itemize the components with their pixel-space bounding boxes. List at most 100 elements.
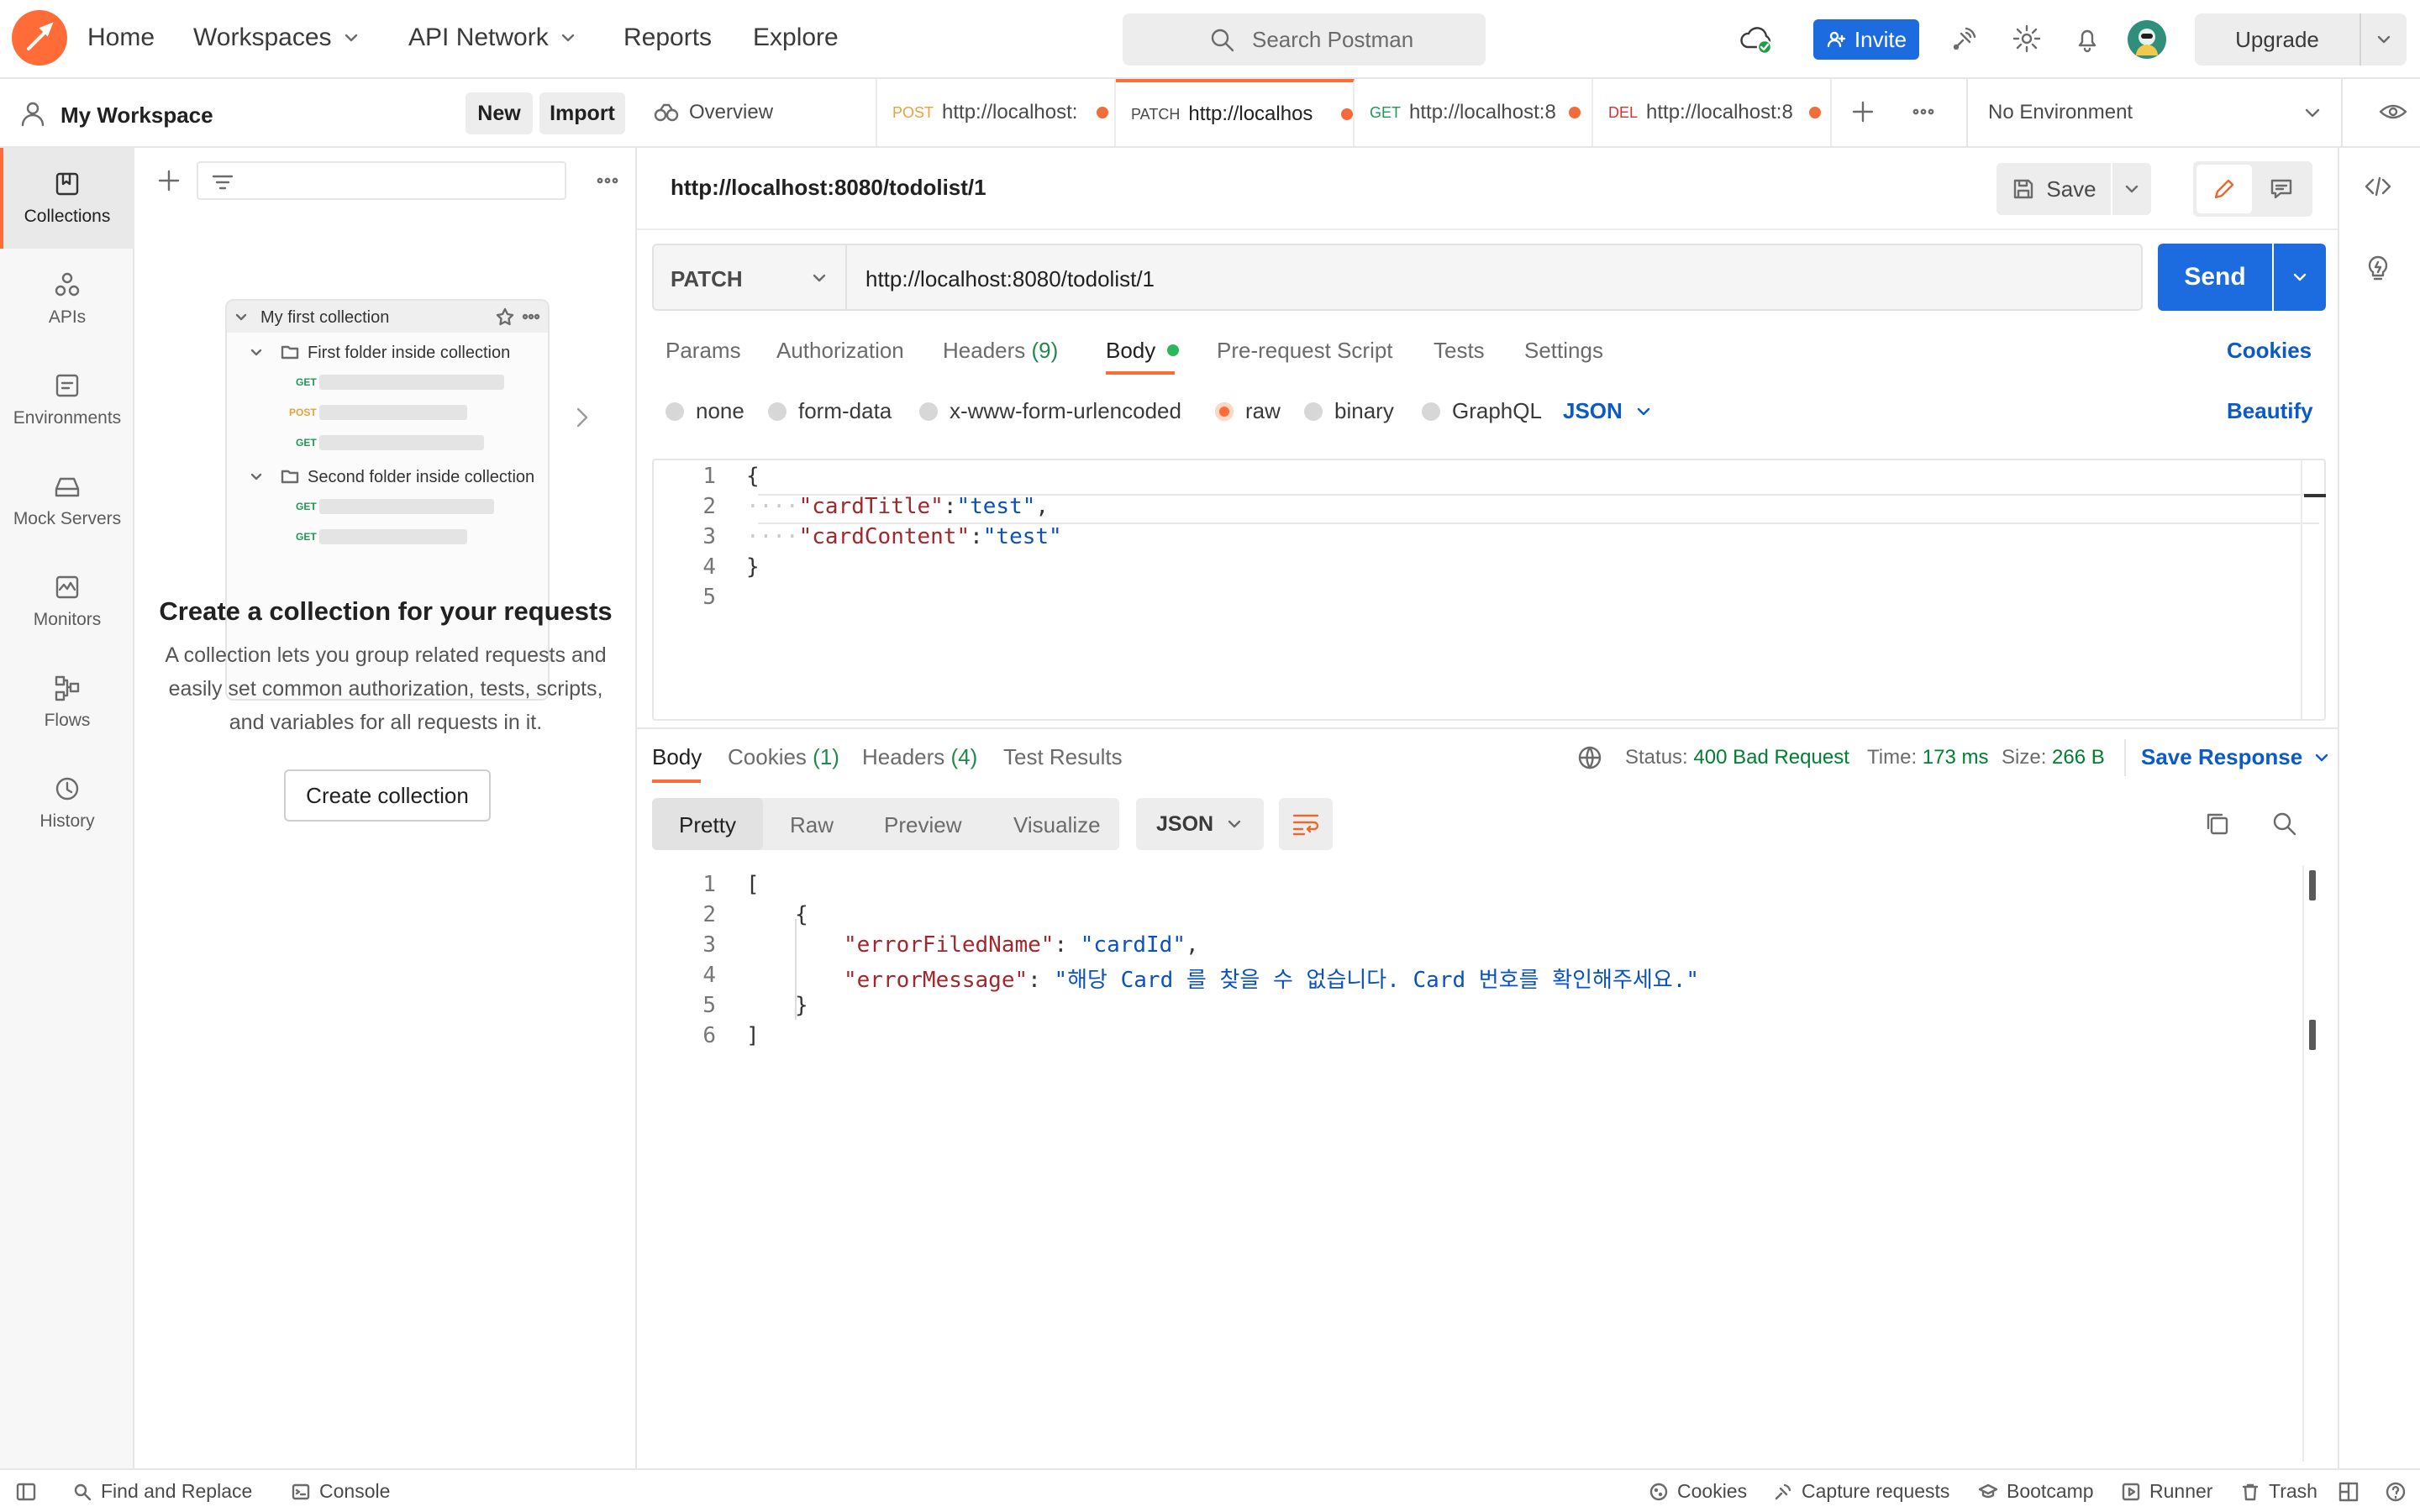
- sync-cloud-icon[interactable]: [1739, 24, 1775, 55]
- edit-mode-button[interactable]: [2196, 165, 2252, 213]
- tab-pre-request-script[interactable]: Pre-request Script: [1217, 338, 1393, 364]
- request-title[interactable]: http://localhost:8080/todolist/1: [671, 175, 986, 201]
- create-collection-button[interactable]: Create collection: [284, 769, 491, 822]
- sidebar-item-monitors[interactable]: Monitors: [0, 551, 134, 652]
- sidebar-item-mock-servers[interactable]: Mock Servers: [0, 450, 134, 551]
- globe-icon[interactable]: [1576, 744, 1603, 771]
- tab-post-request[interactable]: POST http://localhost:: [877, 79, 1116, 146]
- tab-tests[interactable]: Tests: [1434, 338, 1485, 364]
- tab-label: http://localhost:8: [1409, 101, 1556, 123]
- send-button[interactable]: Send: [2158, 244, 2272, 311]
- find-and-replace-button[interactable]: Find and Replace: [72, 1480, 252, 1503]
- tab-get-request[interactable]: GET http://localhost:8: [1355, 79, 1593, 146]
- tab-params[interactable]: Params: [666, 338, 741, 364]
- wrap-lines-button[interactable]: [1279, 798, 1333, 850]
- chevron-down-icon[interactable]: [2375, 30, 2393, 49]
- cookies-button[interactable]: Cookies: [1649, 1480, 1747, 1503]
- tab-overview[interactable]: Overview: [637, 79, 877, 146]
- status-value[interactable]: 400 Bad Request: [1693, 746, 1849, 769]
- response-tab-test-results[interactable]: Test Results: [1003, 744, 1123, 770]
- lightbulb-icon[interactable]: [2365, 252, 2391, 282]
- toggle-sidebar-icon[interactable]: [15, 1482, 37, 1502]
- nav-reports[interactable]: Reports: [623, 24, 712, 52]
- console-button[interactable]: Console: [291, 1480, 390, 1503]
- response-tab-body[interactable]: Body: [652, 744, 702, 770]
- view-raw[interactable]: Raw: [790, 812, 834, 838]
- more-tabs-icon[interactable]: [1909, 97, 1938, 126]
- trash-button[interactable]: Trash: [2240, 1480, 2317, 1503]
- method-select[interactable]: PATCH: [652, 244, 847, 311]
- save-button[interactable]: Save: [1996, 163, 2111, 215]
- comment-icon[interactable]: [2269, 176, 2294, 202]
- save-options-button[interactable]: [2112, 163, 2151, 215]
- layout-two-pane-icon[interactable]: [2338, 1481, 2360, 1503]
- chevron-down-icon[interactable]: [2302, 102, 2323, 123]
- scrollbar-thumb[interactable]: [2309, 870, 2316, 900]
- upgrade-button[interactable]: Upgrade: [2195, 13, 2407, 66]
- filter-collections-input[interactable]: [197, 161, 566, 200]
- search-input[interactable]: Search Postman: [1123, 13, 1486, 66]
- environment-select[interactable]: No Environment: [1970, 79, 2133, 146]
- sidebar-item-environments[interactable]: Environments: [0, 349, 134, 450]
- scrollbar-thumb[interactable]: [2309, 1020, 2316, 1050]
- notifications-bell-icon[interactable]: [2072, 24, 2102, 54]
- settings-gear-icon[interactable]: [2012, 24, 2042, 54]
- save-response-button[interactable]: Save Response: [2141, 744, 2331, 770]
- nav-workspaces[interactable]: Workspaces: [193, 24, 360, 52]
- nav-explore[interactable]: Explore: [753, 24, 839, 52]
- invite-button[interactable]: Invite: [1813, 19, 1919, 60]
- nav-api-network[interactable]: API Network: [408, 24, 577, 52]
- tab-authorization[interactable]: Authorization: [776, 338, 904, 364]
- copy-icon[interactable]: [2203, 810, 2232, 838]
- chevron-right-icon[interactable]: [571, 405, 593, 430]
- capture-requests-button[interactable]: Capture requests: [1773, 1480, 1949, 1503]
- new-tab-plus-icon[interactable]: [1849, 97, 1877, 126]
- tab-patch-request[interactable]: PATCH http://localhos: [1116, 79, 1355, 146]
- postman-logo-icon[interactable]: [12, 10, 67, 66]
- view-visualize[interactable]: Visualize: [1013, 812, 1101, 838]
- sidebar-item-flows[interactable]: Flows: [0, 652, 134, 753]
- radio-none[interactable]: none: [666, 398, 744, 424]
- url-input[interactable]: http://localhost:8080/todolist/1: [845, 244, 2143, 311]
- line-number: 3: [702, 524, 716, 549]
- avatar[interactable]: [2128, 20, 2166, 59]
- tab-settings[interactable]: Settings: [1524, 338, 1603, 364]
- runner-button[interactable]: Runner: [2121, 1480, 2212, 1503]
- environment-quick-look-eye-icon[interactable]: [2378, 99, 2408, 124]
- radio-binary[interactable]: binary: [1304, 398, 1394, 424]
- search-placeholder: Search Postman: [1252, 26, 1414, 52]
- more-options-icon[interactable]: [593, 166, 622, 195]
- send-options-button[interactable]: [2274, 244, 2326, 311]
- sidebar-item-apis[interactable]: APIs: [0, 249, 134, 349]
- beautify-button[interactable]: Beautify: [2227, 398, 2313, 424]
- response-tab-headers[interactable]: Headers (4): [862, 744, 977, 770]
- response-format-select[interactable]: JSON: [1136, 798, 1264, 850]
- tab-delete-request[interactable]: DEL http://localhost:8: [1593, 79, 1832, 146]
- satellite-icon[interactable]: [1949, 24, 1980, 54]
- import-button[interactable]: Import: [539, 92, 625, 134]
- nav-home[interactable]: Home: [87, 24, 155, 52]
- view-pretty[interactable]: Pretty: [652, 798, 763, 850]
- cookies-link[interactable]: Cookies: [2227, 338, 2312, 364]
- sidebar-item-collections[interactable]: Collections: [0, 148, 134, 249]
- plus-icon[interactable]: [155, 166, 183, 195]
- help-icon[interactable]: [2385, 1481, 2407, 1503]
- new-button[interactable]: New: [466, 92, 533, 134]
- view-preview[interactable]: Preview: [884, 812, 961, 838]
- response-tab-cookies[interactable]: Cookies (1): [728, 744, 839, 770]
- body-language-select[interactable]: JSON: [1563, 398, 1653, 424]
- tab-headers[interactable]: Headers (9): [943, 338, 1058, 364]
- radio-graphql[interactable]: GraphQL: [1422, 398, 1542, 424]
- radio-form-data[interactable]: form-data: [768, 398, 892, 424]
- tab-body[interactable]: Body: [1106, 338, 1179, 364]
- workspace-name[interactable]: My Workspace: [60, 102, 213, 129]
- radio-x-www-form-urlencoded[interactable]: x-www-form-urlencoded: [919, 398, 1181, 424]
- radio-raw[interactable]: raw: [1215, 398, 1281, 424]
- code-snippet-icon[interactable]: [2363, 173, 2393, 200]
- bootcamp-button[interactable]: Bootcamp: [1978, 1480, 2094, 1503]
- sidebar-item-history[interactable]: History: [0, 753, 134, 853]
- time-value[interactable]: 173 ms: [1923, 746, 1989, 769]
- pane-resizer[interactable]: [637, 727, 2338, 729]
- search-icon[interactable]: [2270, 810, 2299, 838]
- size-value[interactable]: 266 B: [2052, 746, 2105, 769]
